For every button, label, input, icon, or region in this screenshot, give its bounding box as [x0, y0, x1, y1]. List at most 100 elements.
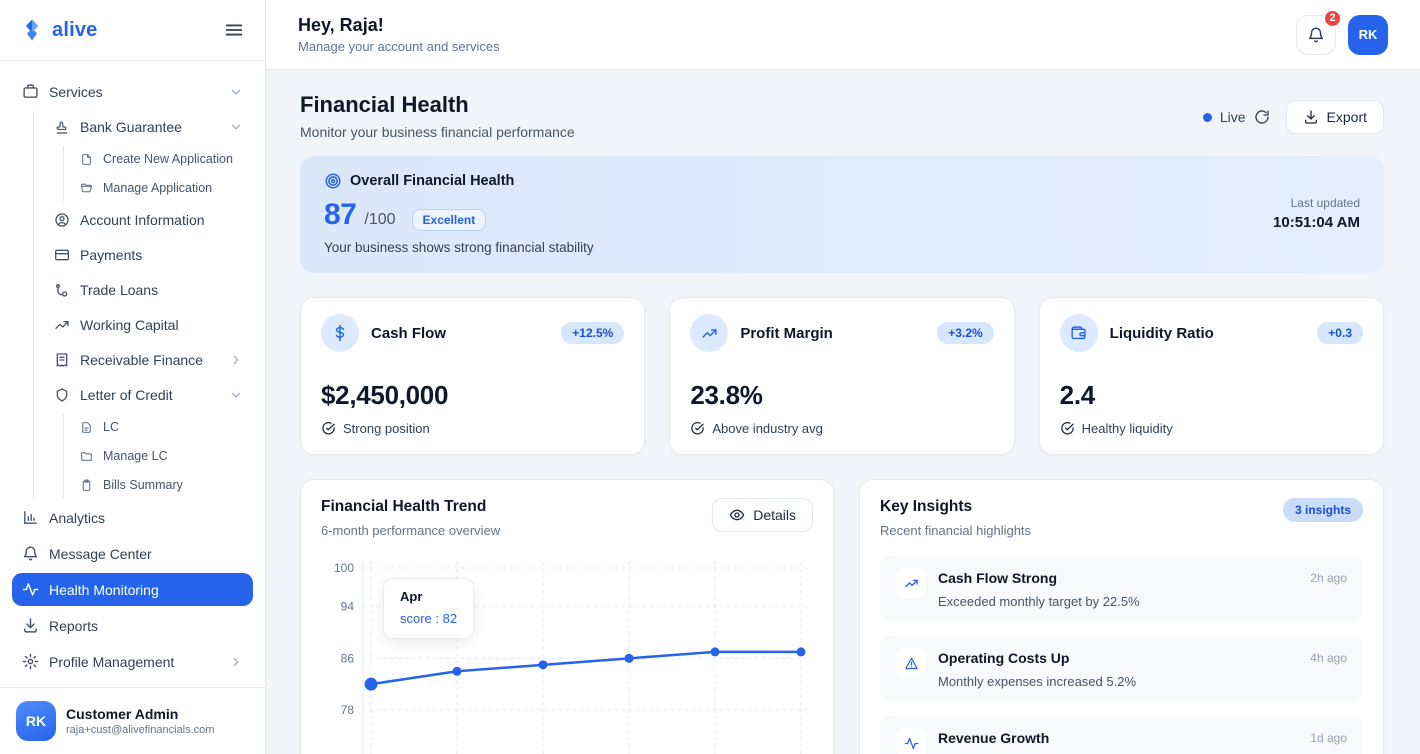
page-subtitle: Monitor your business financial performa…: [300, 124, 575, 140]
sidebar-item-health-monitoring[interactable]: Health Monitoring: [12, 573, 253, 606]
insight-time: 4h ago: [1310, 648, 1347, 665]
tooltip-month: Apr: [400, 589, 457, 604]
sidebar-item-message-center[interactable]: Message Center: [12, 537, 253, 570]
metric-title: Liquidity Ratio: [1110, 325, 1214, 342]
metric-status-text: Strong position: [343, 421, 430, 436]
sidebar-item-label: Services: [49, 84, 103, 100]
user-name: Customer Admin: [66, 706, 214, 722]
sidebar-item-receivable-finance[interactable]: Receivable Finance: [44, 344, 253, 376]
chevron-right-icon: [229, 353, 243, 367]
notifications-button[interactable]: 2: [1296, 15, 1336, 55]
brand-name: alive: [52, 19, 97, 42]
sidebar-item-manage-application[interactable]: Manage Application: [72, 175, 253, 201]
check-circle-icon: [690, 421, 705, 436]
eye-icon: [729, 507, 745, 523]
target-icon: [324, 172, 342, 190]
export-button[interactable]: Export: [1286, 100, 1384, 134]
key-insights-card: Key Insights Recent financial highlights…: [859, 479, 1384, 754]
hamburger-icon: [223, 19, 245, 41]
health-score-max: /100: [364, 211, 395, 229]
chevron-down-icon: [229, 120, 243, 134]
sidebar-header: alive: [0, 0, 265, 61]
menu-toggle-button[interactable]: [223, 19, 245, 41]
insight-time: 1d ago: [1310, 728, 1347, 745]
sidebar-item-label: Manage Application: [103, 181, 212, 195]
sidebar-item-label: Bank Guarantee: [80, 119, 182, 135]
sidebar-item-bills-summary[interactable]: Bills Summary: [72, 472, 253, 498]
topbar: Hey, Raja! Manage your account and servi…: [266, 0, 1420, 70]
notification-badge: 2: [1323, 9, 1342, 28]
liquidity-ratio-card: Liquidity Ratio +0.3 2.4 Healthy liquidi…: [1039, 297, 1384, 455]
metric-title: Profit Margin: [740, 325, 833, 342]
page-content: Financial Health Monitor your business f…: [266, 70, 1420, 754]
insight-title: Operating Costs Up: [938, 648, 1136, 666]
profile-avatar-button[interactable]: RK: [1348, 15, 1388, 55]
chevron-down-icon: [229, 388, 243, 402]
file-icon: [80, 153, 93, 166]
insight-row-revenue-growth[interactable]: Revenue Growth 1d ago: [880, 716, 1363, 754]
page-title: Financial Health: [300, 92, 575, 118]
trend-chart: 788694100AprMayJunJulAugSep Apr score : …: [321, 550, 813, 754]
download-icon: [1303, 109, 1319, 125]
sidebar-item-label: Receivable Finance: [80, 352, 203, 368]
sidebar-item-lc[interactable]: LC: [72, 414, 253, 440]
download-icon: [22, 617, 39, 634]
sidebar-item-label: Create New Application: [103, 152, 233, 166]
sidebar-item-analytics[interactable]: Analytics: [12, 501, 253, 534]
cash-flow-card: Cash Flow +12.5% $2,450,000 Strong posit…: [300, 297, 645, 455]
sidebar-item-profile-management[interactable]: Profile Management: [12, 645, 253, 678]
last-updated-label: Last updated: [1273, 196, 1360, 210]
sidebar-item-label: Reports: [49, 618, 98, 634]
svg-text:78: 78: [341, 703, 355, 717]
trade-loans-icon: [54, 282, 70, 298]
sidebar-item-working-capital[interactable]: Working Capital: [44, 309, 253, 341]
folder-icon: [80, 450, 93, 463]
sidebar-item-create-new-application[interactable]: Create New Application: [72, 146, 253, 172]
dollar-icon: [321, 314, 359, 352]
sidebar-item-label: Working Capital: [80, 317, 179, 333]
sidebar-item-reports[interactable]: Reports: [12, 609, 253, 642]
health-rating-badge: Excellent: [412, 209, 487, 231]
sidebar-item-manage-lc[interactable]: Manage LC: [72, 443, 253, 469]
metric-value: 23.8%: [690, 380, 993, 411]
sidebar-item-label: Manage LC: [103, 449, 168, 463]
details-label: Details: [753, 507, 796, 523]
metric-change-badge: +12.5%: [561, 322, 624, 344]
last-updated-time: 10:51:04 AM: [1273, 214, 1360, 231]
sidebar-item-letter-of-credit[interactable]: Letter of Credit: [44, 379, 253, 411]
sidebar-item-label: Trade Loans: [80, 282, 158, 298]
insight-row-operating-costs[interactable]: Operating Costs Up Monthly expenses incr…: [880, 636, 1363, 701]
metric-value: 2.4: [1060, 380, 1363, 411]
insights-subtitle: Recent financial highlights: [880, 523, 1031, 538]
live-label: Live: [1220, 109, 1246, 125]
sidebar-item-payments[interactable]: Payments: [44, 239, 253, 271]
user-circle-icon: [54, 212, 70, 228]
sidebar-item-bank-guarantee[interactable]: Bank Guarantee: [44, 111, 253, 143]
metric-value: $2,450,000: [321, 380, 624, 411]
export-label: Export: [1327, 109, 1367, 125]
sidebar-item-account-information[interactable]: Account Information: [44, 204, 253, 236]
letter-of-credit-subgroup: LC Manage LC Bills Summary: [63, 414, 253, 498]
details-button[interactable]: Details: [712, 498, 813, 532]
sidebar-user-panel[interactable]: RK Customer Admin raja+cust@alivefinanci…: [0, 687, 265, 754]
sidebar-item-trade-loans[interactable]: Trade Loans: [44, 274, 253, 306]
activity-icon: [22, 581, 39, 598]
insight-row-cash-flow[interactable]: Cash Flow Strong Exceeded monthly target…: [880, 556, 1363, 621]
sidebar-item-services[interactable]: Services: [12, 75, 253, 108]
sidebar-item-label: Message Center: [49, 546, 152, 562]
metric-status-text: Healthy liquidity: [1082, 421, 1173, 436]
sidebar-item-label: Profile Management: [49, 654, 174, 670]
sidebar-item-label: Account Information: [80, 212, 205, 228]
overall-health-banner: Overall Financial Health 87 /100 Excelle…: [300, 156, 1384, 273]
profit-margin-card: Profit Margin +3.2% 23.8% Above industry…: [669, 297, 1014, 455]
sidebar-item-label: Bills Summary: [103, 478, 183, 492]
activity-icon: [896, 728, 926, 754]
refresh-button[interactable]: [1254, 109, 1270, 125]
avatar: RK: [16, 701, 56, 741]
receipt-icon: [54, 352, 70, 368]
user-email: raja+cust@alivefinancials.com: [66, 724, 214, 736]
bank-guarantee-subgroup: Create New Application Manage Applicatio…: [63, 146, 253, 201]
metric-change-badge: +0.3: [1317, 322, 1363, 344]
live-indicator: Live: [1203, 109, 1270, 125]
metric-cards: Cash Flow +12.5% $2,450,000 Strong posit…: [300, 297, 1384, 455]
